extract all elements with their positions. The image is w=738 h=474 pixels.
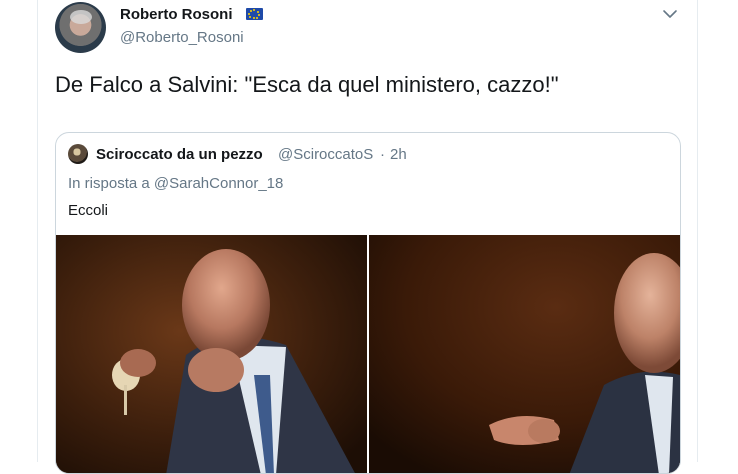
timeline-border-right	[697, 0, 698, 462]
quoted-timestamp[interactable]: 2h	[390, 146, 407, 163]
media-image-right[interactable]	[369, 235, 680, 473]
reply-prefix: In risposta a	[68, 175, 150, 192]
quoted-text: Eccoli	[68, 202, 109, 219]
timeline-border-left	[37, 0, 38, 462]
author-avatar[interactable]	[55, 2, 106, 53]
quoted-handle[interactable]: @SciroccatoS	[278, 146, 373, 163]
media-image-left[interactable]	[56, 235, 367, 473]
quoted-author-avatar[interactable]	[68, 144, 88, 164]
author-display-name[interactable]: Roberto Rosoni	[120, 6, 233, 23]
eu-flag-icon	[246, 8, 263, 20]
reply-mention-link[interactable]: @SarahConnor_18	[154, 175, 283, 192]
quoted-display-name[interactable]: Sciroccato da un pezzo	[96, 146, 263, 163]
chevron-down-icon[interactable]	[662, 7, 678, 21]
quoted-separator: ·	[380, 146, 385, 163]
author-handle[interactable]: @Roberto_Rosoni	[120, 29, 244, 46]
quoted-tweet[interactable]: Sciroccato da un pezzo @SciroccatoS · 2h…	[55, 132, 681, 474]
tweet-text: De Falco a Salvini: "Esca da quel minist…	[55, 72, 559, 97]
quoted-reply-context: In risposta a @SarahConnor_18	[68, 175, 283, 192]
